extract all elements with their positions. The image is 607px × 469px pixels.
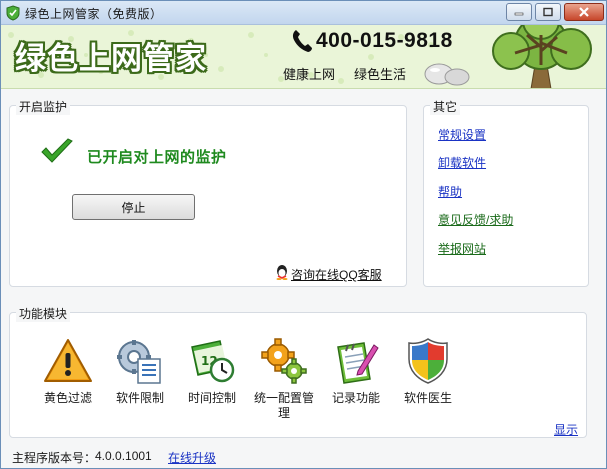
monitor-group-title: 开启监护 [16, 98, 71, 115]
slogan-green: 绿色生活 [354, 67, 407, 82]
module-label: 时间控制 [187, 391, 236, 405]
module-software-limit[interactable]: 软件限制 [102, 337, 178, 406]
close-icon [579, 7, 589, 17]
minimize-button[interactable] [506, 3, 532, 21]
slogan-healthy: 健康上网 [283, 67, 336, 82]
link-uninstall[interactable]: 卸载软件 [438, 154, 486, 171]
shield-icon [408, 338, 448, 384]
version-label: 主程序版本号： [12, 451, 97, 465]
qq-penguin-icon [276, 265, 288, 280]
link-feedback[interactable]: 意见反馈/求助 [438, 211, 513, 228]
banner: 绿色上网管家 400-015-9818 健康上网 绿色生活 [1, 25, 606, 89]
app-window: 绿色上网管家（免费版） 绿色上网管家 400-015-9818 健康上网 绿色生… [0, 0, 607, 469]
phone-icon [292, 30, 312, 52]
gears-icon [261, 338, 307, 384]
monitor-group: 开启监护 已开启对上网的监护 停止 咨询在线QQ客服 [9, 98, 407, 287]
module-label: 记录功能 [331, 391, 380, 405]
link-help[interactable]: 帮助 [438, 183, 462, 200]
show-link[interactable]: 显示 [554, 421, 578, 438]
warning-icon [44, 339, 92, 382]
calendar-clock-icon: 12 [191, 340, 235, 383]
module-label: 软件医生 [403, 391, 452, 405]
module-time-control[interactable]: 12 时间控制 [174, 337, 250, 406]
qq-support-link[interactable]: 咨询在线QQ客服 [291, 266, 382, 283]
modules-group-title: 功能模块 [16, 305, 71, 322]
stones-decoration [424, 63, 470, 86]
module-label: 黄色过滤 [43, 391, 92, 405]
module-software-doctor[interactable]: 软件医生 [390, 337, 466, 406]
tree-decoration [492, 25, 592, 88]
checkmark-icon [41, 138, 73, 163]
module-unified-config[interactable]: 统一配置管 理 [246, 337, 322, 421]
title-bar[interactable]: 绿色上网管家（免费版） [1, 1, 606, 25]
link-report-site[interactable]: 举报网站 [438, 240, 486, 257]
link-general-settings[interactable]: 常规设置 [438, 126, 486, 143]
hotline-number: 400-015-9818 [316, 29, 453, 52]
minimize-icon [514, 12, 524, 16]
window-title: 绿色上网管家（免费版） [25, 7, 163, 21]
online-upgrade-link[interactable]: 在线升级 [168, 449, 216, 466]
close-button[interactable] [564, 3, 604, 21]
app-icon [6, 5, 20, 21]
notepad-icon [337, 342, 379, 384]
module-label: 软件限制 [115, 391, 164, 405]
module-porn-filter[interactable]: 黄色过滤 [30, 337, 106, 406]
module-records[interactable]: 记录功能 [318, 337, 394, 406]
other-group-title: 其它 [430, 98, 461, 115]
monitor-status-text: 已开启对上网的监护 [87, 149, 227, 166]
software-limit-icon [117, 340, 161, 384]
module-label: 统一配置管 理 [253, 391, 314, 420]
stop-button[interactable]: 停止 [72, 194, 195, 220]
other-group: 其它 常规设置 卸载软件 帮助 意见反馈/求助 举报网站 [423, 98, 589, 287]
modules-group: 功能模块 黄色过滤 软件限制 12 时间控制 统一配置管 理 记录功能 软件医生… [9, 305, 587, 438]
brand-logo: 绿色上网管家 [15, 41, 207, 77]
maximize-button[interactable] [535, 3, 561, 21]
maximize-icon [543, 7, 553, 17]
version-value: 4.0.0.1001 [95, 449, 152, 463]
